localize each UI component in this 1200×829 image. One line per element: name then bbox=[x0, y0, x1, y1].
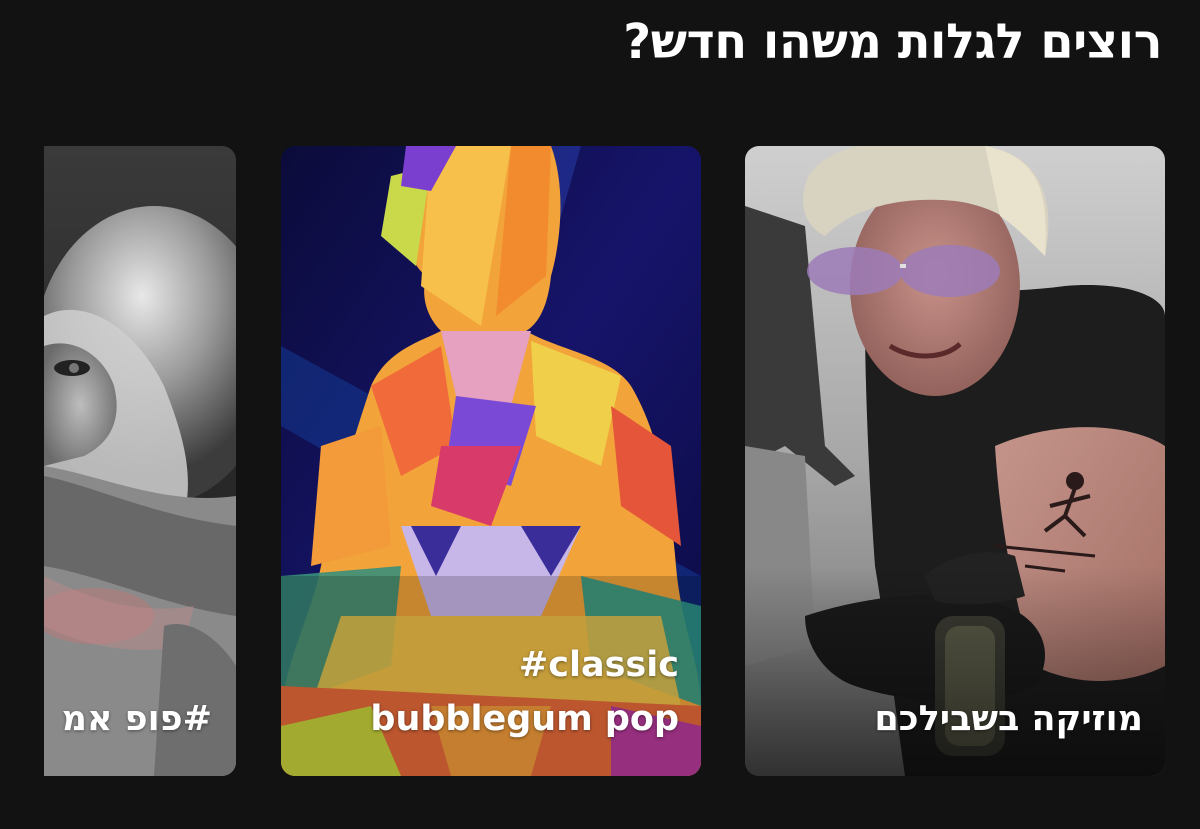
card-classic-bubblegum-pop[interactable]: #classic bubblegum pop bbox=[281, 146, 701, 776]
card-classic-label: #classic bubblegum pop bbox=[370, 638, 679, 746]
card-music-for-you-label: מוזיקה בשבילכם bbox=[874, 699, 1143, 739]
card-pop-label: #פופ אמ bbox=[61, 699, 212, 739]
tattoo-photo-image bbox=[745, 146, 1165, 776]
card-music-for-you[interactable]: מוזיקה בשבילכם bbox=[745, 146, 1165, 776]
card-pop[interactable]: #פופ אמ bbox=[44, 146, 236, 776]
bw-portrait-image bbox=[44, 146, 236, 776]
card-classic-label-line2: bubblegum pop bbox=[370, 699, 679, 739]
section-title: רוצים לגלות משהו חדש? bbox=[623, 14, 1162, 70]
discover-section: רוצים לגלות משהו חדש? #פופ אמ #classic b… bbox=[0, 0, 1200, 829]
card-classic-label-line1: #classic bbox=[518, 645, 679, 685]
